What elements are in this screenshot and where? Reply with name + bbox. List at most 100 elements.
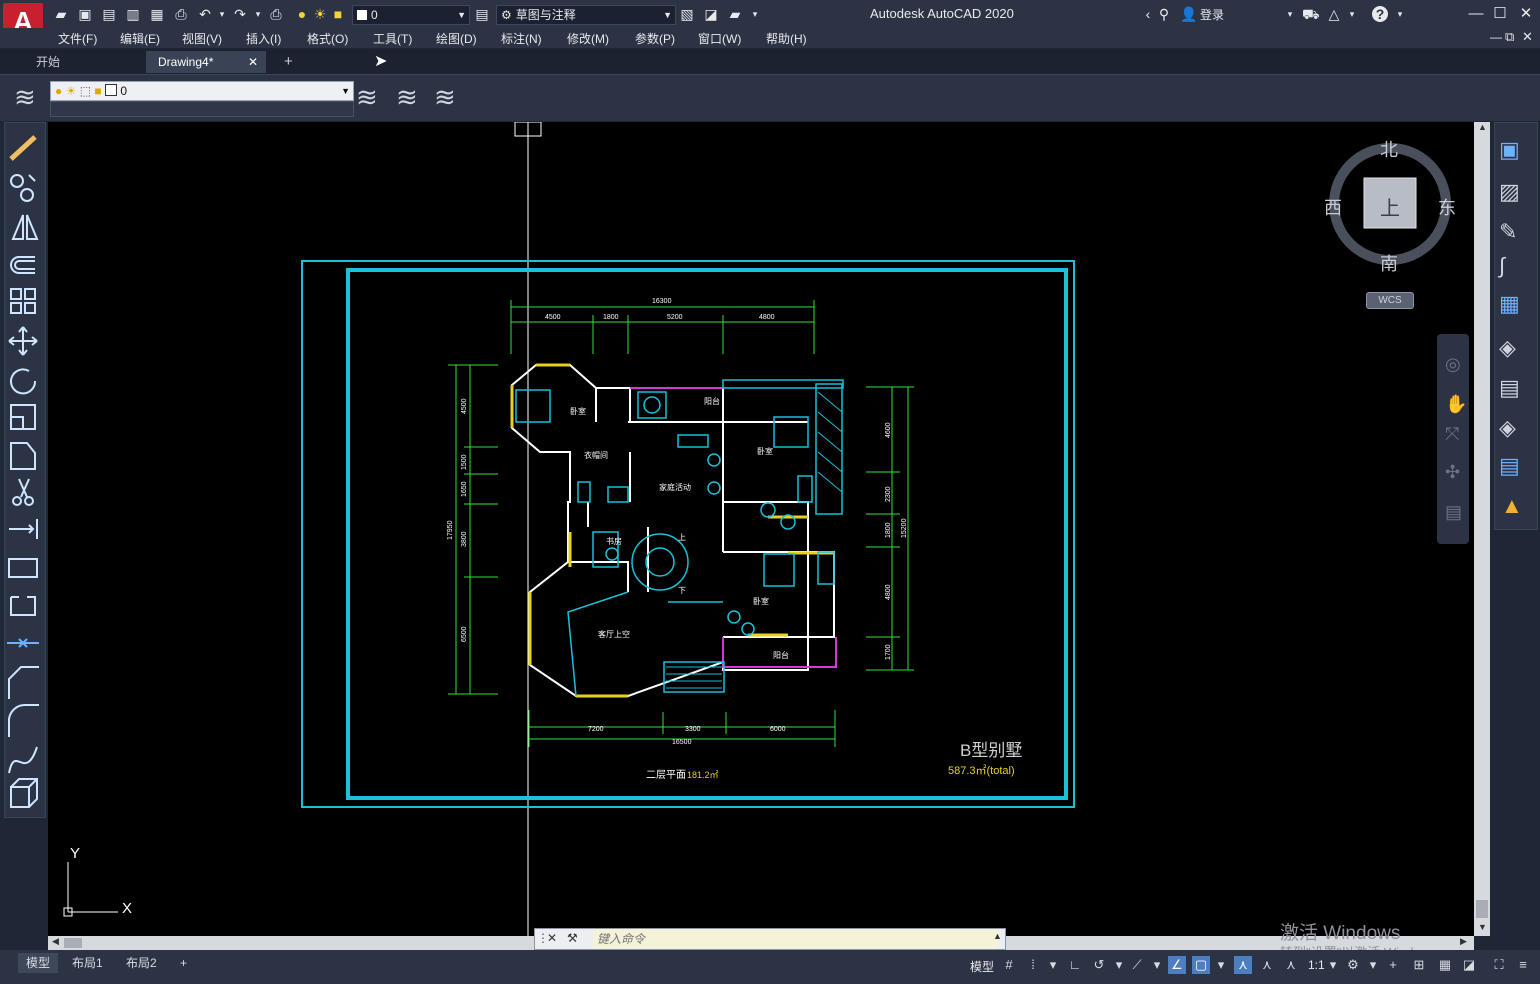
menu-edit[interactable]: 编辑(E)	[120, 30, 160, 47]
customization-icon[interactable]: ≡	[1514, 956, 1532, 974]
clean-screen-icon[interactable]: ⛶	[1490, 956, 1508, 974]
object-snap-tracking-icon[interactable]: ∠	[1168, 956, 1186, 974]
annotation-visibility-icon[interactable]: ⋏	[1234, 956, 1252, 974]
select-objects-icon[interactable]	[10, 174, 36, 202]
snap-dropdown-icon[interactable]: ▾	[1044, 956, 1062, 974]
close-button[interactable]: ✕	[1514, 4, 1538, 24]
viewcube-east[interactable]: 东	[1438, 194, 1456, 220]
open-icon[interactable]: ▰	[53, 6, 69, 22]
menu-insert[interactable]: 插入(I)	[246, 30, 281, 47]
properties-icon[interactable]: ▧	[679, 6, 695, 22]
add-layout-button[interactable]: +	[172, 953, 195, 973]
window-palette-icon[interactable]: ▣	[1499, 137, 1520, 163]
user-icon[interactable]: 👤	[1180, 6, 1197, 22]
make-current-icon[interactable]: ≋	[356, 81, 388, 113]
polar-dropdown-icon[interactable]: ▾	[1110, 956, 1128, 974]
tab-start[interactable]: 开始	[36, 51, 60, 73]
undo-icon[interactable]: ↶	[197, 6, 213, 22]
redo-dropdown-icon[interactable]: ▾	[250, 6, 266, 22]
help-icon[interactable]: ?	[1372, 6, 1388, 22]
refedit-icon[interactable]: ◈	[1499, 415, 1516, 441]
extend-icon[interactable]	[9, 519, 38, 539]
save-icon[interactable]: ▣	[77, 6, 93, 22]
calculator-icon[interactable]: ▤	[474, 6, 490, 22]
app-dropdown-icon[interactable]: ▾	[1344, 6, 1360, 22]
menu-window[interactable]: 窗口(W)	[698, 30, 741, 47]
binoculars-icon[interactable]: ⚲	[1156, 6, 1172, 22]
chevron-left-icon[interactable]: ‹	[1140, 6, 1156, 22]
scroll-left-icon[interactable]: ◀	[52, 936, 59, 947]
units-icon[interactable]: ⊞	[1410, 956, 1428, 974]
array-edit-icon[interactable]: ▦	[1499, 291, 1520, 317]
quick-properties-icon[interactable]: ▦	[1436, 956, 1454, 974]
lock-icon[interactable]: ■	[330, 6, 346, 22]
doc-minimize-button[interactable]: —	[1490, 30, 1502, 44]
menu-file[interactable]: 文件(F)	[58, 30, 97, 47]
cart-icon[interactable]: ⛟	[1302, 6, 1320, 22]
print-icon[interactable]: ⎙	[173, 6, 189, 22]
sun-icon[interactable]: ☀	[312, 6, 328, 22]
save-as-icon[interactable]: ▤	[101, 6, 117, 22]
viewcube-west[interactable]: 西	[1324, 194, 1342, 220]
workspace-dropdown-icon[interactable]: ▾	[1364, 956, 1382, 974]
layer-properties-icon[interactable]: ≋	[14, 81, 46, 113]
scale-icon[interactable]	[10, 404, 36, 430]
spline-edit-icon[interactable]: ∫	[1499, 253, 1505, 279]
menu-format[interactable]: 格式(O)	[307, 30, 348, 47]
annotation-monitor-icon[interactable]: +	[1384, 956, 1402, 974]
scroll-down-icon[interactable]: ▼	[1478, 922, 1487, 932]
tab-close-icon[interactable]: ✕	[248, 51, 258, 73]
layer-previous-icon[interactable]: ≋	[396, 81, 428, 113]
undo-dropdown-icon[interactable]: ▾	[214, 6, 230, 22]
customize-dropdown-icon[interactable]: ▾	[747, 6, 763, 22]
menu-tools[interactable]: 工具(T)	[373, 30, 412, 47]
menu-view[interactable]: 视图(V)	[182, 30, 222, 47]
hatch-icon[interactable]: ▨	[1499, 179, 1520, 205]
menu-draw[interactable]: 绘图(D)	[436, 30, 477, 47]
scroll-up-icon[interactable]: ▲	[1478, 122, 1487, 132]
layer-states-icon[interactable]: ≋	[434, 81, 466, 113]
export-icon[interactable]: ▥	[125, 6, 141, 22]
publish-icon[interactable]: ▦	[149, 6, 165, 22]
object-snap-icon[interactable]: ▢	[1192, 956, 1210, 974]
share-icon[interactable]: ▰	[727, 6, 743, 22]
chamfer-icon[interactable]	[8, 666, 39, 699]
viewcube-north[interactable]: 北	[1380, 136, 1398, 162]
close-icon[interactable]: ✕	[547, 931, 557, 945]
maximize-button[interactable]: ☐	[1488, 4, 1512, 24]
fillet-icon[interactable]	[8, 703, 39, 737]
command-input[interactable]	[593, 929, 998, 949]
help-dropdown-icon[interactable]: ▾	[1392, 6, 1408, 22]
layer-dropdown[interactable]: 0 ▼	[352, 5, 470, 25]
workspace-gear-icon[interactable]: ⚙	[1344, 956, 1362, 974]
menu-parametric[interactable]: 参数(P)	[635, 30, 675, 47]
horizontal-scroll-thumb[interactable]	[64, 938, 82, 948]
array-icon[interactable]	[10, 288, 36, 314]
menu-modify[interactable]: 修改(M)	[567, 30, 609, 47]
bulb-icon[interactable]: ●	[294, 6, 310, 22]
trim-icon[interactable]	[12, 478, 34, 506]
doc-restore-button[interactable]: ⧉	[1505, 29, 1514, 45]
break-icon[interactable]	[8, 558, 38, 578]
join-icon[interactable]	[10, 596, 36, 616]
annotation-scale-icon[interactable]: ⋏	[1282, 956, 1300, 974]
break-at-point-icon[interactable]	[7, 638, 39, 648]
tab-drawing[interactable]: Drawing4* ✕	[146, 51, 266, 73]
snap-icon[interactable]: ⁞	[1024, 956, 1042, 974]
sign-in-dropdown-icon[interactable]: ▾	[1282, 6, 1298, 22]
offset-icon[interactable]	[10, 256, 35, 274]
new-tab-button[interactable]: +	[284, 51, 293, 73]
object-snap-dropdown-icon[interactable]: ▾	[1212, 956, 1230, 974]
attribute-edit-icon[interactable]: ◈	[1499, 335, 1516, 361]
viewcube-south[interactable]: 南	[1380, 250, 1398, 276]
text-edit-icon[interactable]: ▤	[1499, 453, 1520, 479]
pencil-icon[interactable]	[9, 135, 37, 161]
3d-box-icon[interactable]	[10, 778, 38, 808]
sign-in-link[interactable]: 登录	[1200, 6, 1224, 23]
drawing-canvas[interactable]: 16300 4500 1800 5200 4800 7200 3300 6000…	[48, 122, 1474, 936]
broom-icon[interactable]: ▲	[1501, 493, 1523, 519]
spline-icon[interactable]	[8, 746, 38, 774]
mirror-icon[interactable]	[11, 214, 39, 240]
scroll-right-icon[interactable]: ▶	[1460, 936, 1467, 947]
tab-model[interactable]: 模型	[18, 953, 59, 973]
